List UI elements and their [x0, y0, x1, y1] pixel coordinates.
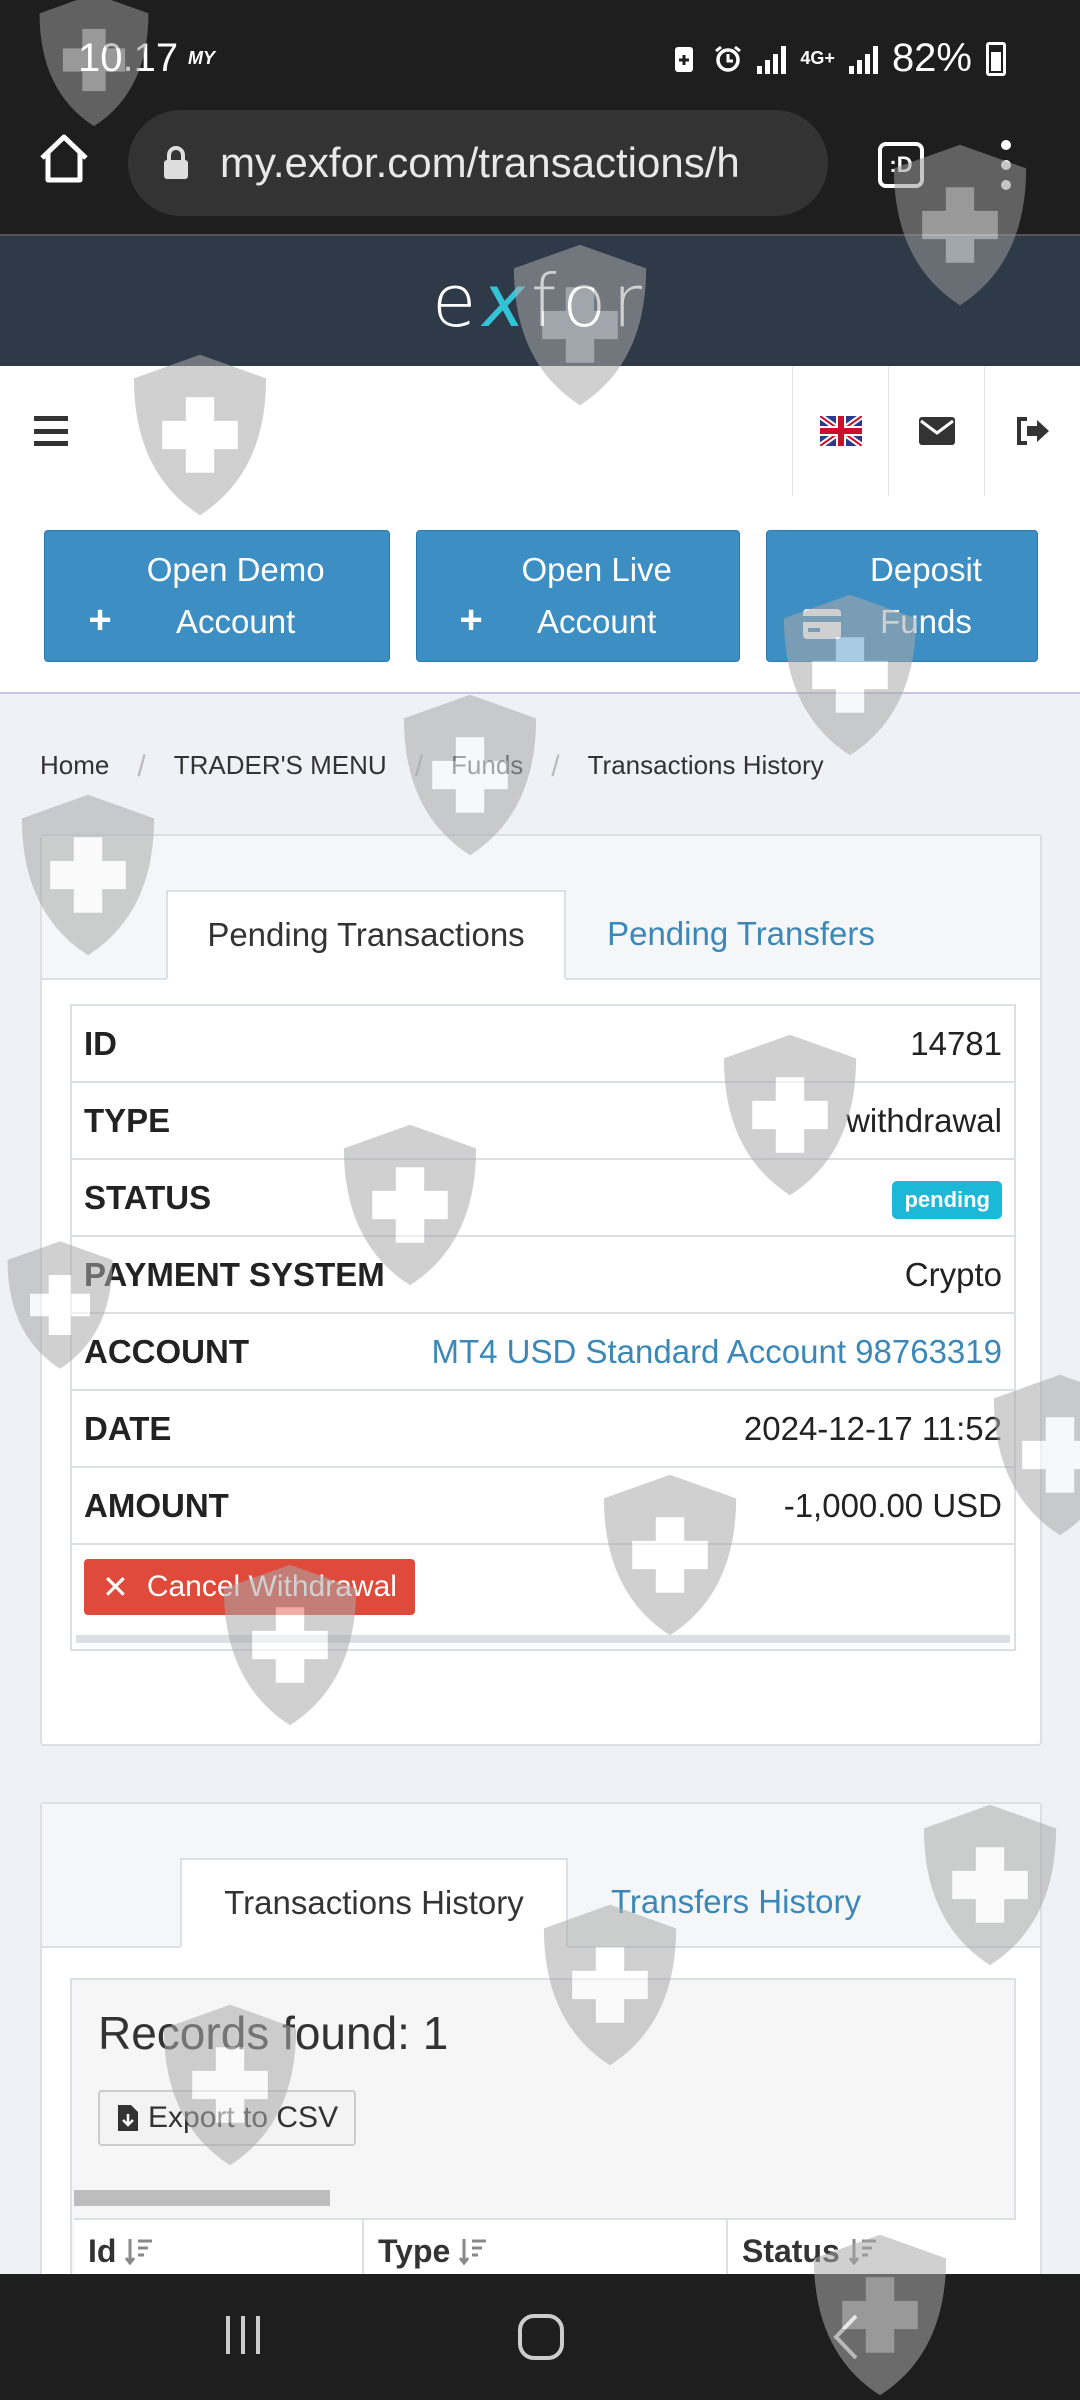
- download-file-icon: [118, 2105, 138, 2131]
- table-row: ID 14781: [71, 1005, 1015, 1083]
- battery-saver-icon: [675, 46, 694, 72]
- cancel-withdrawal-button[interactable]: ✕ Cancel Withdrawal: [84, 1558, 415, 1615]
- pending-details-table: ID 14781 TYPE withdrawal STATUS pending PAY…: [70, 1004, 1016, 1651]
- column-header-type[interactable]: Type: [364, 2220, 728, 2282]
- breadcrumb: Home / TRADER'S MENU / Funds / Transacti…: [40, 750, 824, 784]
- close-icon: ✕: [102, 1568, 129, 1605]
- tab-transfers-history[interactable]: Transfers History: [568, 1858, 904, 1948]
- site-header: exfor: [0, 236, 1080, 366]
- horizontal-scrollbar[interactable]: [74, 2190, 330, 2206]
- alarm-icon: [715, 45, 742, 72]
- network-type: 4G+: [800, 48, 835, 68]
- sort-icon: [848, 2239, 876, 2265]
- plus-icon: +: [88, 598, 112, 642]
- battery-icon: [986, 41, 1006, 76]
- sort-icon: [125, 2239, 153, 2265]
- pending-tabs: Pending Transactions Pending Transfers: [42, 836, 1040, 980]
- recent-apps-icon[interactable]: [220, 2312, 266, 2358]
- tab-transactions-history[interactable]: Transactions History: [180, 1858, 568, 1948]
- signal-icon-2: [848, 44, 878, 74]
- breadcrumb-funds[interactable]: Funds: [451, 750, 523, 784]
- address-bar[interactable]: my.exfor.com/transactions/h: [128, 110, 828, 216]
- records-section: Records found: 1 Export to CSV Id Type S…: [70, 1978, 1016, 2282]
- language-selector[interactable]: [792, 366, 888, 496]
- exfor-logo[interactable]: exfor: [432, 259, 648, 343]
- logout-button[interactable]: [984, 366, 1080, 496]
- tab-pending-transactions[interactable]: Pending Transactions: [166, 890, 566, 980]
- table-row: DATE 2024-12-17 11:52: [71, 1390, 1015, 1468]
- transaction-amount: -1,000.00 USD: [404, 1467, 1015, 1545]
- lock-icon: [164, 146, 188, 179]
- history-tabs: Transactions History Transfers History: [42, 1804, 1040, 1948]
- table-row: AMOUNT -1,000.00 USD: [71, 1467, 1015, 1545]
- uk-flag-icon: [819, 416, 862, 446]
- status-icons: 4G+ 82%: [669, 36, 1006, 81]
- envelope-icon: [918, 417, 955, 445]
- breadcrumb-home[interactable]: Home: [40, 750, 109, 784]
- table-scrollbar[interactable]: [76, 1634, 1010, 1643]
- open-demo-account-button[interactable]: +Open Demo Account: [44, 530, 390, 662]
- action-bar: +Open Demo Account +Open Live Account De…: [0, 496, 1080, 694]
- open-live-account-button[interactable]: +Open Live Account: [416, 530, 740, 662]
- transaction-date: 2024-12-17 11:52: [404, 1390, 1015, 1468]
- home-button-icon[interactable]: [516, 2312, 566, 2362]
- top-nav: [0, 366, 1080, 496]
- battery-percent: 82%: [891, 36, 972, 80]
- clock: 10.17: [78, 36, 179, 80]
- column-header-id[interactable]: Id: [74, 2220, 364, 2282]
- table-row: STATUS pending: [71, 1159, 1015, 1237]
- breadcrumb-current: Transactions History: [587, 750, 824, 780]
- browser-toolbar: my.exfor.com/transactions/h :D: [0, 110, 1080, 236]
- tab-pending-transfers[interactable]: Pending Transfers: [566, 890, 916, 980]
- messages-button[interactable]: [888, 366, 984, 496]
- table-row: ACCOUNT MT4 USD Standard Account 98763319: [71, 1313, 1015, 1391]
- home-icon[interactable]: [36, 130, 92, 186]
- url-text: my.exfor.com/transactions/h: [220, 139, 740, 186]
- breadcrumb-traders-menu[interactable]: TRADER'S MENU: [174, 750, 387, 784]
- plus-icon: +: [459, 598, 483, 642]
- deposit-funds-button[interactable]: Deposit Funds: [766, 530, 1038, 662]
- export-csv-button[interactable]: Export to CSV: [98, 2090, 357, 2146]
- table-row: TYPE withdrawal: [71, 1082, 1015, 1160]
- history-table-header: Id Type Status: [74, 2218, 1016, 2282]
- signal-icon: [757, 44, 787, 74]
- credit-card-icon: [803, 609, 841, 640]
- column-header-status[interactable]: Status: [728, 2220, 1016, 2282]
- records-count: Records found: 1: [98, 2007, 449, 2059]
- table-row: PAYMENT SYSTEM Crypto: [71, 1236, 1015, 1314]
- pending-panel: Pending Transactions Pending Transfers I…: [40, 834, 1042, 1746]
- more-options-icon[interactable]: [996, 140, 1016, 190]
- payment-system: Crypto: [404, 1236, 1015, 1314]
- status-bar: 10.17 MY 4G+ 82%: [0, 0, 1080, 110]
- logout-icon: [1016, 417, 1049, 445]
- status-badge: pending: [892, 1180, 1002, 1219]
- menu-icon[interactable]: [34, 416, 68, 446]
- carrier-logo: MY: [188, 48, 215, 68]
- tab-switcher-button[interactable]: :D: [878, 142, 924, 188]
- sort-icon: [459, 2239, 487, 2265]
- transaction-id: 14781: [404, 1005, 1015, 1083]
- account-link[interactable]: MT4 USD Standard Account 98763319: [404, 1313, 1015, 1391]
- transaction-type: withdrawal: [404, 1082, 1015, 1160]
- back-icon[interactable]: [826, 2312, 866, 2362]
- system-nav-bar: [0, 2274, 1080, 2400]
- history-panel: Transactions History Transfers History R…: [40, 1802, 1042, 2282]
